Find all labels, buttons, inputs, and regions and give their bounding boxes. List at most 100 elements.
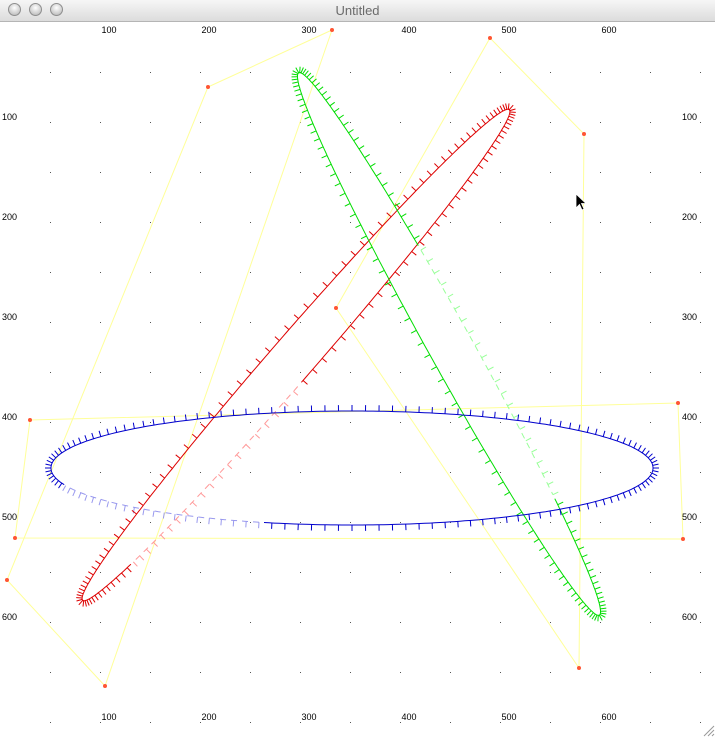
grid-dot — [200, 472, 201, 473]
grid-dot — [200, 372, 201, 373]
grid-dot — [100, 272, 101, 273]
right-axis-labels: 100 200 300 400 500 600 — [682, 112, 697, 622]
grid-dot — [200, 522, 201, 523]
grid-dot — [650, 372, 651, 373]
grid-dot — [450, 572, 451, 573]
grid-dot — [500, 122, 501, 123]
grid-dot — [150, 322, 151, 323]
resize-grip-icon[interactable] — [701, 723, 715, 737]
grid-dot — [500, 472, 501, 473]
bottom-label: 400 — [401, 712, 416, 722]
corner-handle[interactable] — [681, 537, 685, 541]
top-label: 400 — [401, 25, 416, 35]
grid-dot — [400, 422, 401, 423]
grid-dot — [150, 522, 151, 523]
grid-dot — [650, 122, 651, 123]
grid-dot — [250, 122, 251, 123]
corner-handle[interactable] — [28, 418, 32, 422]
grid-dot — [600, 222, 601, 223]
grid-dot — [200, 722, 201, 723]
grid-dot — [650, 672, 651, 673]
grid-dot — [350, 322, 351, 323]
right-label: 600 — [682, 612, 697, 622]
grid-dot — [150, 72, 151, 73]
grid-dot — [550, 622, 551, 623]
grid-dot — [550, 722, 551, 723]
grid-dot — [50, 222, 51, 223]
corner-handle[interactable] — [582, 132, 586, 136]
arrow-cursor-icon — [575, 193, 588, 211]
grid-dot — [250, 522, 251, 523]
grid-dot — [450, 72, 451, 73]
grid-dot — [50, 72, 51, 73]
grid-dot — [600, 522, 601, 523]
top-axis-labels: 100 200 300 400 500 600 — [101, 25, 616, 35]
grid-dot — [100, 222, 101, 223]
grid-dot — [50, 122, 51, 123]
grid-dot — [200, 322, 201, 323]
grid-dot — [300, 422, 301, 423]
grid-dot — [150, 372, 151, 373]
grid-dot — [400, 122, 401, 123]
grid-dot — [400, 722, 401, 723]
grid-dot — [350, 472, 351, 473]
corner-handle[interactable] — [577, 666, 581, 670]
corner-handle[interactable] — [334, 306, 338, 310]
grid-dot — [500, 522, 501, 523]
grid-dot — [650, 172, 651, 173]
grid-dot — [700, 472, 701, 473]
grid-dot — [100, 72, 101, 73]
grid-dot — [250, 722, 251, 723]
grid-dot — [650, 422, 651, 423]
grid-dot — [250, 422, 251, 423]
grid-dot — [150, 572, 151, 573]
grid-dot — [250, 672, 251, 673]
grid-dot — [100, 322, 101, 323]
corner-handle[interactable] — [330, 28, 334, 32]
grid-dot — [600, 372, 601, 373]
hidden-ellipse-segments — [62, 246, 559, 567]
green-ellipse-hidden-ticks — [420, 246, 559, 496]
grid-dot — [350, 72, 351, 73]
app-window: Untitled 100 200 300 400 500 600 100 200… — [0, 0, 715, 737]
grid-dot — [250, 322, 251, 323]
bottom-label: 100 — [101, 712, 116, 722]
grid-dot — [700, 122, 701, 123]
grid-dot — [250, 572, 251, 573]
top-label: 300 — [301, 25, 316, 35]
grid-dot — [500, 722, 501, 723]
grid-dot — [500, 672, 501, 673]
grid-dot — [350, 372, 351, 373]
grid-dot — [700, 422, 701, 423]
corner-handle[interactable] — [13, 536, 17, 540]
left-axis-labels: 100 200 300 400 500 600 — [2, 112, 17, 622]
grid-dot — [300, 722, 301, 723]
grid-dot — [100, 472, 101, 473]
grid-dot — [250, 172, 251, 173]
corner-handle[interactable] — [488, 36, 492, 40]
grid-dot — [500, 272, 501, 273]
grid-dot — [300, 322, 301, 323]
grid-dot — [400, 522, 401, 523]
grid-dot — [600, 322, 601, 323]
top-label: 600 — [601, 25, 616, 35]
left-label: 200 — [2, 212, 17, 222]
corner-handle[interactable] — [5, 578, 9, 582]
grid-dot — [100, 722, 101, 723]
grid-dot — [150, 122, 151, 123]
grid-dot — [400, 372, 401, 373]
grid-dot — [100, 372, 101, 373]
bottom-label: 200 — [201, 712, 216, 722]
frame-outline — [335, 37, 585, 670]
title-bar[interactable]: Untitled — [0, 0, 715, 22]
corner-handle[interactable] — [103, 684, 107, 688]
grid-dot — [700, 622, 701, 623]
grid-dot — [300, 572, 301, 573]
corner-handle[interactable] — [676, 401, 680, 405]
grid-dot — [100, 522, 101, 523]
grid-dot — [700, 72, 701, 73]
grid-dot — [300, 472, 301, 473]
drawing-canvas[interactable]: 100 200 300 400 500 600 100 200 300 400 … — [0, 22, 715, 737]
grid-dot — [650, 222, 651, 223]
corner-handle[interactable] — [206, 85, 210, 89]
